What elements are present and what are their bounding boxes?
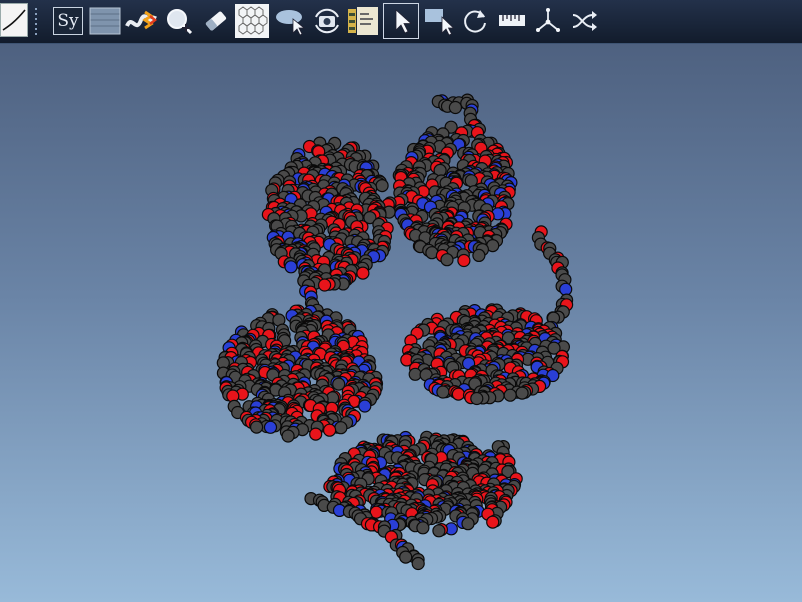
thumbnail-icon[interactable] — [0, 3, 28, 37]
hexagon-grid-icon[interactable] — [235, 4, 269, 38]
axes-icon[interactable] — [531, 4, 565, 38]
atom — [399, 550, 413, 564]
atom — [408, 367, 422, 381]
swap-icon[interactable] — [568, 4, 602, 38]
symbol-label: Sy — [53, 7, 83, 35]
atom — [284, 260, 298, 274]
atom — [323, 423, 337, 437]
documents-icon[interactable] — [346, 4, 380, 38]
atom — [356, 266, 370, 280]
atom — [486, 515, 500, 529]
molecule-viewport[interactable] — [0, 44, 802, 602]
symbol-button[interactable]: Sy — [51, 4, 85, 38]
camera-rotate-icon[interactable] — [310, 4, 344, 38]
atom — [411, 556, 425, 571]
toolbar: Sy — [0, 0, 802, 44]
atom — [375, 179, 389, 193]
atom — [470, 391, 484, 406]
toolbar-grip[interactable] — [34, 6, 38, 38]
select-arrow-icon[interactable] — [383, 3, 419, 39]
rotate-icon[interactable] — [458, 4, 492, 38]
atom — [559, 282, 573, 296]
atom — [436, 385, 450, 399]
atom — [440, 253, 454, 267]
atom — [432, 524, 446, 538]
atom — [472, 248, 486, 262]
atom — [281, 429, 295, 443]
ribbon-icon[interactable] — [124, 4, 158, 38]
atom — [461, 517, 475, 531]
ruler-icon[interactable] — [495, 4, 529, 38]
rect-select-icon[interactable] — [422, 4, 456, 38]
atom — [263, 420, 278, 434]
atom — [457, 253, 471, 268]
atom — [358, 399, 372, 413]
atom — [503, 388, 517, 402]
molecular-viewer-window: Sy — [0, 0, 802, 602]
atom — [318, 278, 332, 292]
atom — [416, 521, 430, 535]
atom — [515, 386, 529, 400]
surface-icon[interactable] — [88, 4, 122, 38]
eraser-icon[interactable] — [199, 4, 233, 38]
atom — [334, 421, 348, 435]
atom — [451, 387, 465, 401]
atom — [309, 427, 323, 441]
zoom-in-icon[interactable] — [162, 4, 196, 38]
protein-space-fill-model[interactable] — [0, 44, 802, 602]
atom — [464, 174, 478, 188]
cloud-select-icon[interactable] — [273, 4, 307, 38]
atom — [250, 420, 264, 434]
atom — [448, 100, 462, 115]
